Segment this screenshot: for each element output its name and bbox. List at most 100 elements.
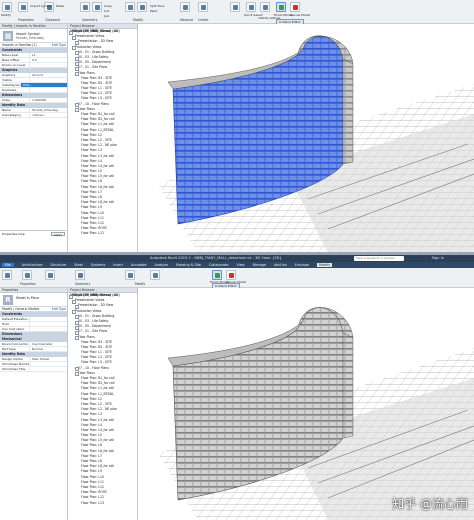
property-value[interactable]: Edit...	[21, 83, 67, 87]
cancel-model-button[interactable]	[290, 2, 300, 12]
cancel-model-label: Cancel Model	[290, 13, 311, 17]
property-value[interactable]	[30, 317, 32, 321]
property-value[interactable]: 1.000000	[30, 98, 46, 102]
group-properties-label: Properties	[20, 282, 36, 286]
property-key: Round Connector...	[2, 342, 30, 346]
quick-select-button[interactable]	[246, 2, 256, 12]
browser-view-item[interactable]: Floor Plan: L13	[68, 501, 137, 506]
menu-collaborate[interactable]: Collaborate	[209, 263, 229, 267]
menu-analyze[interactable]: Analyze	[155, 263, 168, 267]
top-project-browser: Project Browser - NBBJ_TIANY_MALL_V2.rvt…	[68, 24, 138, 253]
rotate-button[interactable]	[137, 2, 147, 12]
type-file: Facade_Xrtw.dwg	[16, 36, 44, 40]
cut-label: Cut	[104, 9, 110, 13]
menu-view[interactable]: View	[237, 263, 245, 267]
import-button[interactable]	[230, 2, 240, 12]
browser-view-item[interactable]: Floor Plan: L12	[68, 231, 137, 236]
menu-annotate[interactable]: Annotate	[131, 263, 147, 267]
property-key: Visible	[0, 78, 30, 82]
properties-help-link[interactable]: Properties help	[2, 232, 25, 236]
menu-insert[interactable]: Insert	[113, 263, 123, 267]
visibility-settings-button[interactable]	[260, 2, 270, 12]
property-value[interactable]: <None>	[30, 113, 45, 117]
paint-label: Paint	[150, 9, 158, 13]
paste-button[interactable]	[45, 270, 55, 280]
menu-file[interactable]: File	[2, 263, 14, 267]
group-properties-label: Properties	[18, 18, 34, 22]
properties-help-row: Properties help Apply	[0, 230, 67, 237]
property-value[interactable]: L1	[30, 53, 36, 57]
group-geometry-label: Geometry	[75, 282, 91, 286]
menu-architecture[interactable]: Architecture	[22, 263, 43, 267]
property-value[interactable]: 0.0	[30, 58, 37, 62]
move-button[interactable]	[125, 270, 135, 280]
property-value[interactable]: Ground	[30, 73, 43, 77]
property-value[interactable]	[30, 367, 32, 371]
modify-label: Modify	[1, 13, 11, 17]
group-modify-label: Modify	[133, 18, 144, 22]
finish-model-button[interactable]	[276, 2, 286, 12]
type-preview-icon: ▦	[3, 31, 13, 41]
create-button[interactable]	[198, 2, 208, 12]
property-key: Visibility/Graphics...	[2, 83, 22, 87]
group-geometry-label: Geometry	[82, 18, 98, 22]
property-value[interactable]: Main Model	[30, 357, 49, 361]
edit-type-button[interactable]: Edit Type	[52, 307, 66, 312]
cancel-model-button[interactable]	[226, 270, 236, 280]
property-value[interactable]: Normal	[30, 347, 43, 351]
menu-modify[interactable]: Modify	[316, 263, 333, 267]
properties-button[interactable]	[18, 2, 28, 12]
property-value[interactable]: Use Diameter	[30, 342, 53, 346]
instance-filter[interactable]: Imports in Families (1) Edit Type	[0, 43, 67, 48]
geometry-button[interactable]	[80, 2, 90, 12]
group-create-label: Create	[198, 18, 209, 22]
property-value[interactable]	[30, 78, 32, 82]
menu-enscape[interactable]: Enscape	[295, 263, 309, 267]
apply-button[interactable]: Apply	[50, 232, 65, 237]
window-title: Autodesk Revit 2019.2 - NBBJ_TIANY_MALL_…	[150, 256, 282, 260]
property-key: Duplicate	[0, 88, 30, 92]
menu-massing-site[interactable]: Massing & Site	[176, 263, 201, 267]
property-row[interactable]: OmniClass Title	[0, 367, 67, 372]
join-button[interactable]	[92, 2, 102, 12]
modify-tool-button[interactable]	[2, 2, 12, 12]
modify-tool-button[interactable]	[2, 270, 12, 280]
properties-button[interactable]	[22, 270, 32, 280]
measure-button[interactable]	[180, 2, 190, 12]
menu-systems[interactable]: Systems	[91, 263, 105, 267]
title-bar: Autodesk Revit 2019.2 - NBBJ_TIANY_MALL_…	[0, 255, 474, 262]
menu-add-ins[interactable]: Add-Ins	[274, 263, 287, 267]
bottom-building-render	[138, 288, 474, 520]
move-button[interactable]	[125, 2, 135, 12]
edit-type-button[interactable]: Edit Type	[52, 43, 66, 48]
menu-manage[interactable]: Manage	[253, 263, 266, 267]
menu-steel[interactable]: Steel	[74, 263, 83, 267]
menu-structure[interactable]: Structure	[50, 263, 66, 267]
property-key: Part Type	[0, 347, 30, 351]
search-input[interactable]: Type a keyword or phrase	[354, 256, 404, 261]
bottom-ribbon: Finish Model Cancel Model Properties Geo…	[0, 268, 474, 289]
top-properties-palette: Modify | Imports in Families ▦ Import Sy…	[0, 24, 68, 253]
property-value[interactable]	[30, 327, 32, 331]
finish-model-button[interactable]	[212, 270, 222, 280]
property-value[interactable]	[30, 88, 32, 92]
property-value[interactable]	[30, 362, 32, 366]
top-3d-viewport[interactable]	[138, 24, 474, 253]
instance-filter[interactable]: Modify | Generic Models Edit Type	[0, 307, 67, 312]
property-value[interactable]	[30, 63, 32, 67]
property-key: Host	[0, 322, 30, 326]
rotate-button[interactable]	[150, 270, 160, 280]
import-symbol-label: Import Symbol	[30, 4, 53, 8]
sign-in-link[interactable]: Sign In	[432, 255, 444, 262]
bottom-3d-viewport[interactable]: 知乎 @流心雨	[138, 288, 474, 520]
split-face-label: Split Face	[150, 4, 165, 8]
property-value[interactable]: Facade_Xrtw.dwg	[30, 108, 58, 112]
geometry-button[interactable]	[75, 270, 85, 280]
property-value[interactable]	[30, 322, 32, 326]
type-selector[interactable]: R Model In-Place	[0, 293, 67, 307]
group-measure-label: Measure	[180, 18, 194, 22]
type-selector[interactable]: ▦ Import Symbol Facade_Xrtw.dwg	[0, 29, 67, 43]
property-key: OmniClass Title	[0, 367, 30, 371]
instance-filter-label: Modify | Generic Models	[2, 307, 40, 311]
top-ribbon: Modify Import Symbol Paste Cope Cut Join…	[0, 0, 474, 25]
